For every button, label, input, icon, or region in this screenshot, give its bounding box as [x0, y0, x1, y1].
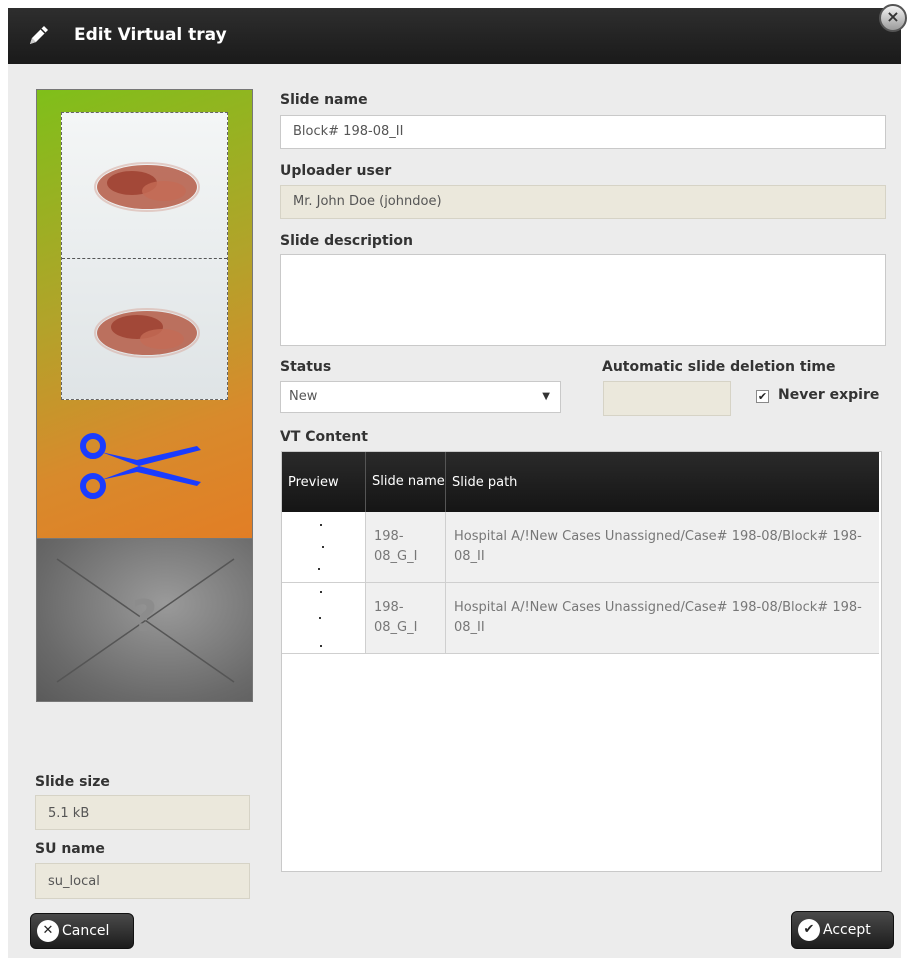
question-mark-icon: ? — [131, 591, 158, 642]
deletion-time-label: Automatic slide deletion time — [602, 359, 836, 375]
label-placeholder: ? — [36, 539, 253, 702]
slide-path-cell: Hospital A/!New Cases Unassigned/Case# 1… — [454, 600, 862, 635]
deletion-time-field[interactable] — [603, 381, 731, 416]
close-icon: ✕ — [37, 920, 59, 942]
dropdown-arrow-icon: ▼ — [542, 391, 550, 402]
column-header-preview[interactable]: Preview — [282, 452, 366, 512]
status-value: New — [289, 389, 318, 404]
never-expire-checkbox[interactable]: ✔ — [756, 390, 769, 403]
title-bar: Edit Virtual tray — [8, 8, 901, 64]
table-header: Preview Slide name Slide path — [282, 452, 879, 512]
tissue-image — [94, 162, 200, 212]
slide-path-cell: Hospital A/!New Cases Unassigned/Case# 1… — [454, 529, 862, 564]
dialog-title: Edit Virtual tray — [74, 25, 227, 45]
slide-description-label: Slide description — [280, 233, 414, 249]
slide-name-cell: 198-08_G_I — [366, 512, 446, 582]
slide-card[interactable] — [61, 112, 228, 400]
slide-preview — [36, 89, 253, 539]
slide-name-cell: 198-08_G_I — [366, 583, 446, 653]
check-icon: ✔ — [798, 919, 820, 941]
slide-divider — [62, 258, 227, 259]
su-name-label: SU name — [35, 841, 105, 857]
cancel-button-label: Cancel — [62, 923, 110, 939]
status-label: Status — [280, 359, 332, 375]
pencil-icon — [30, 26, 48, 44]
slide-preview-cell — [282, 512, 366, 582]
table-row[interactable]: 198-08_G_I Hospital A/!New Cases Unassig… — [282, 512, 879, 583]
accept-button[interactable]: ✔ Accept — [791, 911, 894, 949]
vt-content-table: Preview Slide name Slide path 198-08_G_I… — [281, 451, 882, 872]
column-header-slide-path[interactable]: Slide path — [446, 452, 879, 512]
slide-size-field: 5.1 kB — [35, 795, 250, 830]
slide-size-label: Slide size — [35, 774, 110, 790]
status-select[interactable]: New ▼ — [280, 381, 561, 413]
uploader-user-field: Mr. John Doe (johndoe) — [280, 185, 886, 219]
slide-name-label: Slide name — [280, 92, 368, 108]
close-button[interactable]: × — [879, 4, 907, 32]
tray-thumbnail: ? — [36, 89, 253, 702]
scissors-icon[interactable] — [79, 430, 209, 502]
cancel-button[interactable]: ✕ Cancel — [30, 913, 134, 949]
tissue-image — [94, 308, 200, 358]
su-name-field: su_local — [35, 863, 250, 899]
table-row[interactable]: 198-08_G_I Hospital A/!New Cases Unassig… — [282, 583, 879, 654]
slide-preview-cell — [282, 583, 366, 653]
vt-content-label: VT Content — [280, 429, 368, 445]
never-expire-label: Never expire — [778, 387, 880, 403]
uploader-user-label: Uploader user — [280, 163, 392, 179]
slide-name-input[interactable]: Block# 198-08_II — [280, 115, 886, 149]
edit-virtual-tray-dialog: Edit Virtual tray × ? Slide name Block# … — [8, 4, 907, 958]
slide-description-input[interactable] — [280, 254, 886, 346]
accept-button-label: Accept — [823, 922, 871, 938]
column-header-slide-name[interactable]: Slide name — [366, 452, 446, 512]
